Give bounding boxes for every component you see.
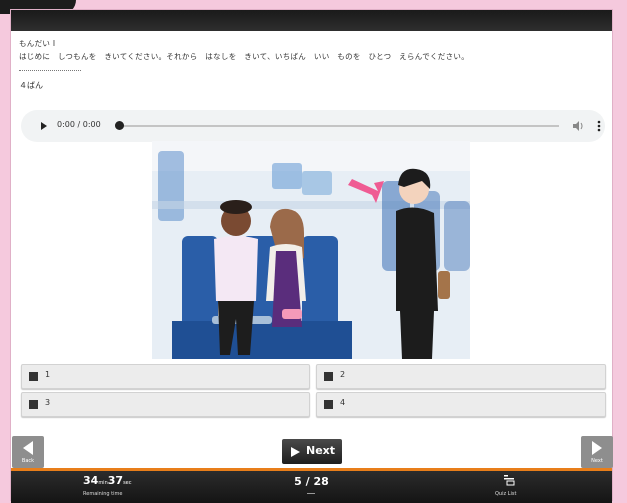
next-button-label: Next bbox=[306, 444, 336, 457]
choice-label: 3 bbox=[45, 398, 51, 407]
quiz-frame: もんだい I はじめに しつもんを きいてください。それから はなしを きいて、… bbox=[10, 9, 613, 503]
play-icon[interactable] bbox=[41, 122, 47, 130]
section-title: もんだい I bbox=[19, 39, 56, 48]
bottom-bar: 34min37sec Remaining time 5 / 28 Quiz Li… bbox=[11, 468, 612, 503]
quiz-list-label[interactable]: Quiz List bbox=[495, 491, 516, 497]
question-instructions: もんだい I はじめに しつもんを きいてください。それから はなしを きいて、… bbox=[19, 37, 609, 63]
choice-marker-icon bbox=[324, 400, 333, 409]
question-illustration bbox=[152, 141, 470, 359]
choice-marker-icon bbox=[29, 372, 38, 381]
more-options-icon[interactable] bbox=[597, 119, 601, 133]
back-arrow-icon bbox=[23, 441, 33, 455]
next-small-button-label: Next bbox=[591, 458, 603, 464]
choice-1-button[interactable]: 1 bbox=[21, 364, 310, 389]
audio-progress-track[interactable] bbox=[119, 125, 559, 127]
quiz-list-icon[interactable] bbox=[503, 474, 515, 486]
back-button[interactable]: Back bbox=[12, 436, 44, 468]
dotted-divider bbox=[19, 70, 81, 71]
question-number: ４ばん bbox=[19, 81, 43, 90]
choice-marker-icon bbox=[324, 372, 333, 381]
choice-2-button[interactable]: 2 bbox=[316, 364, 606, 389]
choice-label: 2 bbox=[340, 370, 346, 379]
next-button[interactable]: Next bbox=[282, 439, 342, 464]
choice-label: 4 bbox=[340, 398, 346, 407]
next-small-button[interactable]: Next bbox=[581, 436, 613, 468]
back-button-label: Back bbox=[21, 458, 35, 464]
choice-4-button[interactable]: 4 bbox=[316, 392, 606, 417]
volume-icon[interactable] bbox=[571, 119, 585, 133]
counter-divider bbox=[307, 493, 315, 494]
choice-label: 1 bbox=[45, 370, 51, 379]
next-arrow-icon bbox=[291, 447, 300, 457]
remaining-time-label: Remaining time bbox=[83, 491, 123, 497]
choice-3-button[interactable]: 3 bbox=[21, 392, 310, 417]
audio-progress-knob[interactable] bbox=[115, 121, 124, 130]
audio-player: 0:00 / 0:00 bbox=[21, 110, 605, 142]
top-bar bbox=[11, 10, 612, 31]
audio-time: 0:00 / 0:00 bbox=[57, 120, 101, 129]
instruction-text: はじめに しつもんを きいてください。それから はなしを きいて、いちばん いい… bbox=[19, 52, 469, 61]
choice-marker-icon bbox=[29, 400, 38, 409]
question-counter: 5 / 28 bbox=[294, 475, 329, 488]
next-arrow-icon bbox=[592, 441, 602, 455]
